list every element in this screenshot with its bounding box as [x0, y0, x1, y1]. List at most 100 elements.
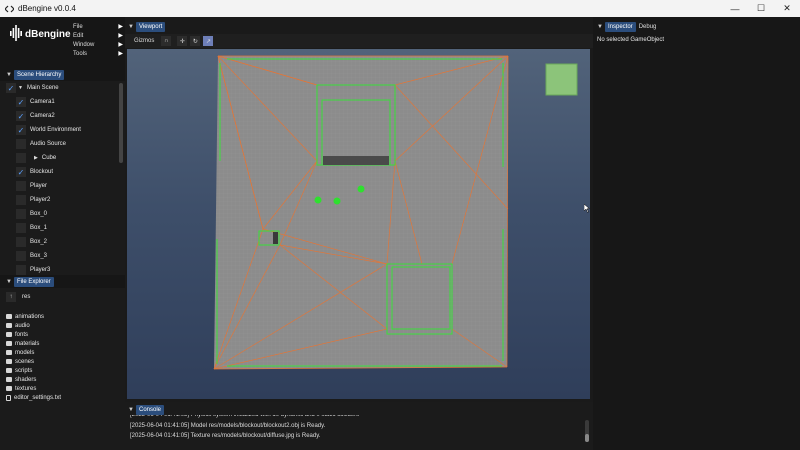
tab-viewport[interactable]: Viewport [136, 22, 166, 32]
inspector-panel: ▼ Inspector Debug No selected GameObject [593, 17, 800, 450]
visibility-checkbox[interactable] [16, 237, 26, 247]
hierarchy-item-camera1[interactable]: ✓ Camera1 [0, 95, 118, 109]
file-item-editor-settings[interactable]: editor_settings.txt [6, 393, 61, 402]
tab-scene-hierarchy[interactable]: Scene Hierarchy [14, 70, 65, 80]
file-path-bar: ↑ res [6, 292, 30, 302]
folder-icon [6, 359, 12, 364]
hierarchy-item-world-environment[interactable]: ✓ World Environment [0, 123, 118, 137]
hierarchy-item-audio-source[interactable]: Audio Source [0, 137, 118, 151]
file-item-label: editor_settings.txt [14, 394, 62, 401]
file-icon [6, 394, 11, 401]
maximize-button[interactable]: ☐ [748, 0, 774, 17]
tab-file-explorer[interactable]: File Explorer [14, 277, 54, 287]
file-item-shaders[interactable]: shaders [6, 375, 36, 384]
folder-icon [6, 341, 12, 346]
file-item-textures[interactable]: textures [6, 384, 36, 393]
file-item-label: models [15, 349, 35, 356]
file-item-scripts[interactable]: scripts [6, 366, 32, 375]
menu-tools[interactable]: Tools ▶ [73, 50, 123, 59]
tab-inspector[interactable]: Inspector [605, 22, 636, 32]
hierarchy-item-label: Camera1 [30, 99, 55, 105]
gizmos-label: Gizmos [134, 38, 155, 44]
visibility-checkbox[interactable] [16, 251, 26, 261]
menu-label: Tools [73, 51, 88, 57]
expand-arrow-icon[interactable]: ▼ [18, 85, 23, 91]
close-button[interactable]: ✕ [774, 0, 800, 17]
file-item-label: audio [15, 322, 30, 329]
visibility-checkbox[interactable] [16, 195, 26, 205]
file-item-label: materials [15, 340, 40, 347]
console-log-line: [2025-06-04 01:41:05] Texture res/models… [130, 433, 321, 439]
minimize-button[interactable]: — [722, 0, 748, 17]
hierarchy-item-player[interactable]: Player [0, 179, 118, 193]
hierarchy-item-player3[interactable]: Player3 [0, 263, 118, 275]
viewport-panel: ▼ Viewport Gizmos ∩ ✛ ↻ ↗ [125, 17, 593, 402]
visibility-checkbox[interactable]: ✓ [6, 83, 16, 93]
scene-view[interactable] [127, 49, 590, 399]
hierarchy-item-main-scene[interactable]: ✓ ▼ Main Scene [0, 81, 118, 95]
hierarchy-item-camera2[interactable]: ✓ Camera2 [0, 109, 118, 123]
hierarchy-scrollbar[interactable] [119, 83, 123, 163]
tab-debug[interactable]: Debug [636, 22, 660, 32]
file-item-label: textures [15, 385, 37, 392]
hierarchy-item-player2[interactable]: Player2 [0, 193, 118, 207]
hierarchy-item-label: Cube [41, 155, 57, 161]
file-item-materials[interactable]: materials [6, 339, 39, 348]
file-item-fonts[interactable]: fonts [6, 330, 28, 339]
file-item-audio[interactable]: audio [6, 321, 30, 330]
visibility-checkbox[interactable] [16, 209, 26, 219]
console-scrollbar-thumb[interactable] [585, 434, 589, 442]
hierarchy-item-label: Blockout [30, 169, 54, 175]
mouse-cursor-icon [583, 203, 591, 215]
console-scrollbar[interactable] [585, 420, 589, 442]
visibility-checkbox[interactable]: ✓ [16, 167, 26, 177]
arrow-right-icon: ▶ [118, 51, 123, 57]
visibility-checkbox[interactable]: ✓ [16, 125, 26, 135]
pin-icon[interactable]: ▼ [126, 407, 136, 413]
file-item-models[interactable]: models [6, 348, 34, 357]
hierarchy-item-box-1[interactable]: Box_1 [0, 221, 118, 235]
pin-icon[interactable]: ▼ [4, 72, 14, 78]
floor-mesh [214, 56, 508, 369]
pin-icon[interactable]: ▼ [595, 24, 605, 30]
move-tool-button[interactable]: ✛ [177, 36, 188, 46]
menu-label: Window [73, 42, 95, 48]
menu-file[interactable]: File ▶ [73, 23, 123, 32]
tab-console[interactable]: Console [136, 405, 165, 415]
collapse-arrow-icon[interactable]: ▶ [34, 155, 38, 161]
file-item-label: shaders [15, 376, 37, 383]
hierarchy-item-box-3[interactable]: Box_3 [0, 249, 118, 263]
visibility-checkbox[interactable] [16, 223, 26, 233]
magnet-snap-button[interactable]: ∩ [161, 36, 172, 46]
visibility-checkbox[interactable] [16, 265, 26, 275]
scale-tool-button[interactable]: ↗ [203, 36, 214, 46]
menu-label: Edit [73, 33, 84, 39]
parent-folder-button[interactable]: ↑ [6, 292, 16, 302]
visibility-checkbox[interactable]: ✓ [16, 111, 26, 121]
pin-icon[interactable]: ▼ [4, 279, 14, 285]
menu-edit[interactable]: Edit ▶ [73, 32, 123, 41]
menu-window[interactable]: Window ▶ [73, 41, 123, 50]
view-orientation-gizmo[interactable] [545, 63, 578, 96]
rotate-tool-button[interactable]: ↻ [190, 36, 201, 46]
file-item-scenes[interactable]: scenes [6, 357, 34, 366]
viewport-header: ▼ Viewport [126, 21, 166, 33]
hierarchy-item-label: Box_3 [30, 253, 48, 259]
file-item-label: scripts [15, 367, 33, 374]
visibility-checkbox[interactable] [16, 139, 26, 149]
box-shadow-face [273, 232, 278, 244]
file-item-label: scenes [15, 358, 35, 365]
hierarchy-item-blockout[interactable]: ✓ Blockout [0, 165, 118, 179]
hierarchy-item-box-2[interactable]: Box_2 [0, 235, 118, 249]
pin-icon[interactable]: ▼ [126, 24, 136, 30]
visibility-checkbox[interactable]: ✓ [16, 97, 26, 107]
file-item-label: fonts [15, 331, 29, 338]
file-item-label: animations [15, 313, 45, 320]
hierarchy-item-label: Box_1 [30, 225, 48, 231]
hierarchy-item-cube[interactable]: ▶ Cube [0, 151, 118, 165]
hierarchy-item-box-0[interactable]: Box_0 [0, 207, 118, 221]
file-item-animations[interactable]: animations [6, 312, 44, 321]
visibility-checkbox[interactable] [16, 153, 26, 163]
visibility-checkbox[interactable] [16, 181, 26, 191]
console-log-line: [2025-06-04 01:41:05] Physics system ini… [130, 415, 360, 418]
